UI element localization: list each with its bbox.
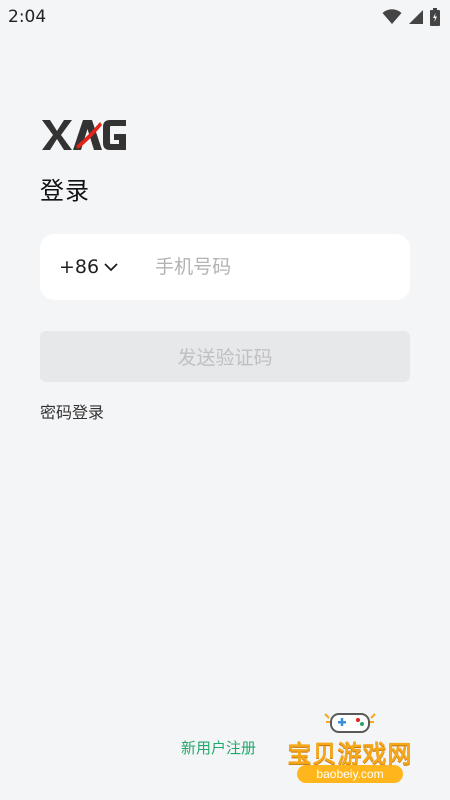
battery-icon: [430, 8, 440, 26]
page-title: 登录: [40, 177, 90, 205]
new-user-register-link[interactable]: 新用户注册: [181, 737, 256, 758]
phone-number-input[interactable]: [153, 255, 388, 279]
country-code-label: +86: [59, 256, 100, 278]
password-login-link[interactable]: 密码登录: [40, 399, 104, 423]
signal-icon: [408, 9, 424, 25]
xag-logo: [40, 116, 130, 154]
chevron-down-icon: [104, 263, 118, 272]
watermark-domain: baobeiy.com: [297, 765, 403, 783]
status-icons: [382, 8, 440, 26]
gamepad-icon: [324, 713, 376, 733]
watermark-logo: 宝贝游戏网 baobeiy.com: [275, 708, 425, 792]
status-time: 2:04: [8, 7, 47, 27]
status-bar: 2:04: [0, 0, 450, 34]
country-code-selector[interactable]: +86: [59, 256, 119, 278]
send-verification-code-button[interactable]: 发送验证码: [40, 331, 410, 382]
wifi-icon: [382, 9, 402, 25]
phone-input-card: +86: [40, 234, 410, 300]
watermark-title: 宝贝游戏网: [287, 740, 413, 768]
